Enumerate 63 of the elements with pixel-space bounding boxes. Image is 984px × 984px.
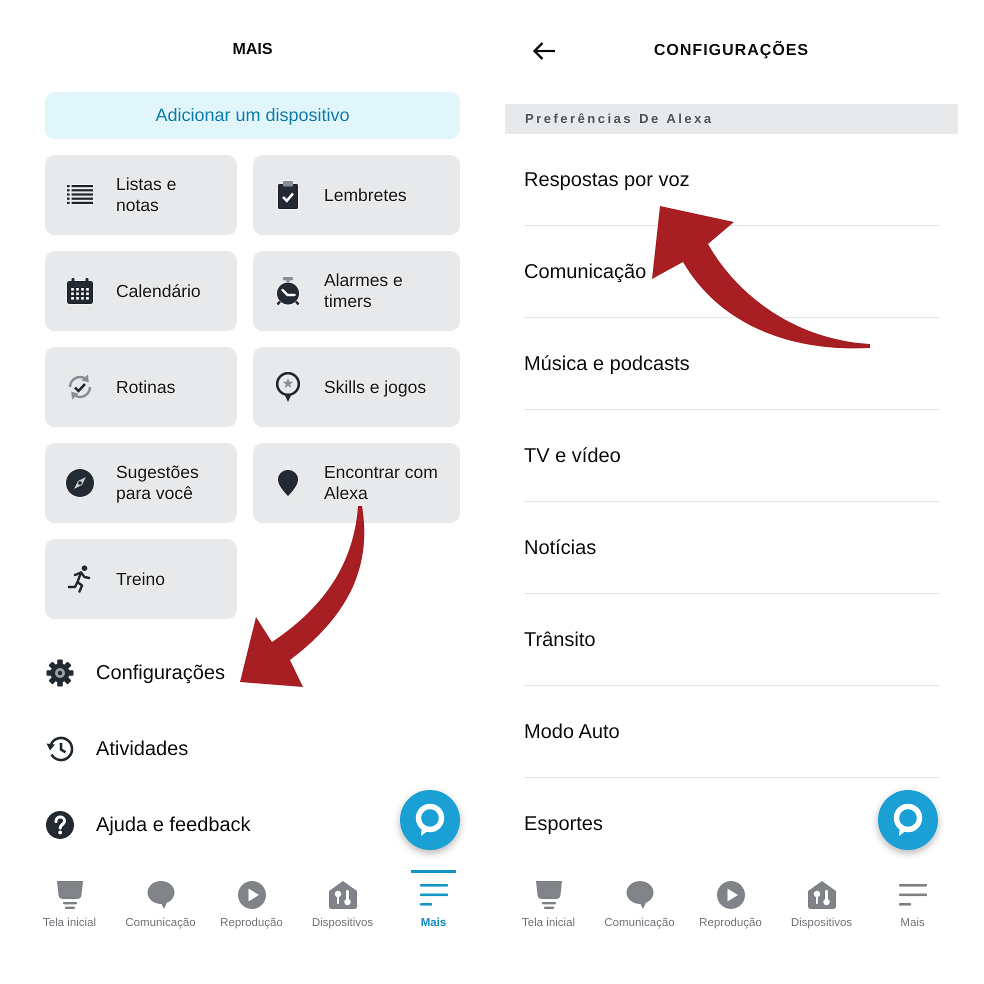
calendar-icon [67,278,93,304]
screen-title: MAIS [232,40,274,60]
play-icon [238,881,266,909]
ring-bubble-icon [891,803,925,837]
home-screen-icon [56,881,84,909]
chat-bubble-icon [626,881,654,909]
nav-tab[interactable]: Comunicação [115,863,206,938]
settings-item[interactable]: Modo Auto [524,720,620,744]
menu-item[interactable]: Atividades [46,731,188,767]
history-icon [46,735,74,763]
section-header: Preferências De Alexa [505,104,958,134]
menu-item[interactable]: Configurações [46,655,225,691]
settings-item[interactable]: Trânsito [524,628,596,652]
menu-icon [420,884,448,906]
cycle-check-icon [66,373,94,401]
play-icon [716,881,744,909]
nav-tab[interactable]: Tela inicial [24,863,115,938]
feature-tile[interactable]: Alarmes e timers [253,251,460,331]
location-pin-icon [278,470,298,496]
help-icon [46,811,74,839]
settings-item[interactable]: TV e vídeo [524,444,621,468]
nav-tab[interactable]: Mais [388,863,479,938]
house-icon [808,881,836,909]
clipboard-check-icon [278,181,298,209]
voice-assistant-button[interactable] [400,790,460,850]
nav-tab[interactable]: Tela inicial [503,863,594,938]
feature-tile[interactable]: Encontrar com Alexa [253,443,460,523]
feature-tile[interactable]: Calendário [45,251,237,331]
settings-item[interactable]: Comunicação [524,260,646,284]
feature-tile[interactable]: Skills e jogos [253,347,460,427]
selected-tab-indicator [411,870,456,873]
nav-tab[interactable]: Mais [867,863,958,938]
feature-tile[interactable]: Sugestões para você [45,443,237,523]
back-arrow-icon [532,41,556,61]
alarm-clock-icon [275,277,301,305]
nav-tab[interactable]: Reprodução [206,863,297,938]
feature-tile[interactable]: Lembretes [253,155,460,235]
add-device-button[interactable]: Adicionar um dispositivo [45,92,460,139]
home-screen-icon [534,881,562,909]
list-icon [67,184,93,206]
settings-item[interactable]: Respostas por voz [524,168,690,192]
chat-bubble-icon [146,881,174,909]
compass-icon [66,469,94,497]
menu-icon [898,884,926,906]
running-person-icon [67,565,93,593]
screen-title: CONFIGURAÇÕES [652,40,810,61]
settings-item[interactable]: Esportes [524,812,603,836]
nav-tab[interactable]: Comunicação [594,863,685,938]
settings-icon [46,659,74,687]
settings-item[interactable]: Notícias [524,536,596,560]
star-bubble-icon [275,372,301,402]
feature-tile[interactable]: Listas e notas [45,155,237,235]
ring-bubble-icon [413,803,447,837]
house-icon [328,881,356,909]
feature-tile[interactable]: Treino [45,539,237,619]
nav-tab[interactable]: Reprodução [685,863,776,938]
nav-tab[interactable]: Dispositivos [776,863,867,938]
nav-tab[interactable]: Dispositivos [297,863,388,938]
back-button[interactable] [532,41,556,61]
voice-assistant-button[interactable] [878,790,938,850]
settings-item[interactable]: Música e podcasts [524,352,690,376]
feature-tile[interactable]: Rotinas [45,347,237,427]
menu-item[interactable]: Ajuda e feedback [46,807,251,843]
